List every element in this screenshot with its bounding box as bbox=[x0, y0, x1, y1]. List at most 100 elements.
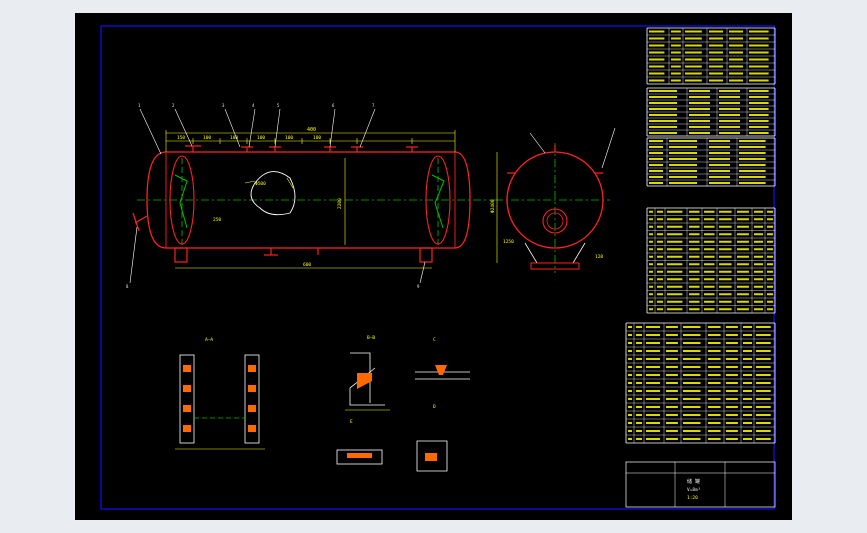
table-cell-text bbox=[754, 293, 763, 296]
table-cell-text bbox=[646, 326, 660, 328]
table-cell-text bbox=[683, 390, 701, 392]
table-cell-text bbox=[649, 126, 677, 128]
table-cell-text bbox=[767, 285, 773, 288]
table-cell-text bbox=[754, 278, 763, 281]
table-cell-text bbox=[739, 146, 766, 148]
table-cell-text bbox=[685, 58, 702, 61]
svg-text:Φ500: Φ500 bbox=[255, 181, 266, 187]
table-cell-text bbox=[666, 398, 678, 400]
table-cell-text bbox=[646, 414, 660, 416]
svg-text:2200: 2200 bbox=[337, 198, 343, 209]
table-cell-text bbox=[649, 44, 665, 47]
table-cell-text bbox=[646, 334, 660, 336]
table-cell-text bbox=[667, 293, 683, 296]
table-cell-text bbox=[685, 37, 702, 40]
table-cell-text bbox=[708, 406, 721, 408]
table-cell-text bbox=[737, 293, 749, 296]
drawing-viewport[interactable]: 400 150 100 100 100 100 100 2200 Φ500 25… bbox=[75, 13, 792, 520]
table-cell-text bbox=[737, 210, 749, 213]
table-cell-text bbox=[685, 79, 702, 82]
svg-text:E: E bbox=[350, 419, 353, 425]
table-cell-text bbox=[636, 430, 642, 432]
table-cell-text bbox=[756, 414, 771, 416]
table-cell-text bbox=[667, 233, 683, 236]
drawing-frame bbox=[100, 25, 775, 510]
table-cell-text bbox=[726, 358, 738, 360]
table-cell-text bbox=[737, 225, 749, 228]
table-cell-text bbox=[754, 300, 763, 303]
table-cell-text bbox=[704, 240, 715, 243]
table-cell-text bbox=[726, 390, 738, 392]
table-cell-text bbox=[667, 218, 683, 221]
table-cell-text bbox=[709, 152, 730, 154]
table-cell-text bbox=[685, 51, 702, 54]
table-cell-text bbox=[749, 102, 769, 104]
main-view: 400 150 100 100 100 100 100 2200 Φ500 25… bbox=[126, 103, 495, 289]
table-cell-text bbox=[719, 102, 740, 104]
table-cell-text bbox=[749, 58, 769, 61]
table-cell-text bbox=[756, 366, 771, 368]
table-cell-text bbox=[737, 218, 749, 221]
table-cell-text bbox=[649, 146, 663, 148]
table-cell-text bbox=[649, 210, 653, 213]
table-cell-text bbox=[704, 233, 715, 236]
table-cell-text bbox=[636, 414, 642, 416]
table-cell-text bbox=[649, 233, 653, 236]
table-cell-text bbox=[767, 270, 773, 273]
table-cell-text bbox=[649, 176, 663, 178]
table-cell-text bbox=[683, 358, 701, 360]
table-cell-text bbox=[649, 170, 663, 172]
table-cell-text bbox=[749, 51, 769, 54]
table-cell-text bbox=[749, 132, 769, 134]
table-cell-text bbox=[646, 430, 660, 432]
table-cell-text bbox=[669, 170, 697, 172]
table-cell-text bbox=[739, 140, 766, 142]
table-cell-text bbox=[729, 44, 743, 47]
table-cell-text bbox=[667, 270, 683, 273]
table-cell-text bbox=[689, 308, 700, 311]
table-cell-text bbox=[666, 326, 678, 328]
table-cell-text bbox=[754, 270, 763, 273]
table-cell-text bbox=[756, 390, 771, 392]
table-cell-text bbox=[729, 37, 743, 40]
table-cell-text bbox=[628, 374, 632, 376]
table-cell-text bbox=[683, 438, 701, 440]
detail-b: B—B bbox=[345, 335, 390, 411]
table-cell-text bbox=[649, 114, 677, 116]
table-cell-text bbox=[628, 438, 632, 440]
table-cell-text bbox=[708, 382, 721, 384]
table-cell-text bbox=[649, 72, 665, 75]
table-cell-text bbox=[739, 176, 766, 178]
table-cell-text bbox=[636, 390, 642, 392]
table-cell-text bbox=[649, 90, 677, 92]
svg-text:A—A: A—A bbox=[205, 337, 213, 343]
table-cell-text bbox=[685, 30, 702, 33]
table-cell-text bbox=[649, 270, 653, 273]
table-cell-text bbox=[649, 30, 665, 33]
table-cell-text bbox=[754, 240, 763, 243]
table-cell-text bbox=[754, 218, 763, 221]
table-cell-text bbox=[719, 120, 740, 122]
table-cell-text bbox=[749, 120, 769, 122]
table-cell-text bbox=[636, 350, 642, 352]
table-cell-text bbox=[689, 120, 710, 122]
table-cell-text bbox=[649, 65, 665, 68]
table-cell-text bbox=[709, 164, 730, 166]
table-cell-text bbox=[666, 342, 678, 344]
table-cell-text bbox=[743, 350, 752, 352]
table-cell-text bbox=[737, 248, 749, 251]
table-cell-text bbox=[689, 263, 700, 266]
table-cell-text bbox=[704, 270, 715, 273]
table-cell-text bbox=[649, 240, 653, 243]
svg-text:100: 100 bbox=[257, 135, 265, 141]
table-cell-text bbox=[628, 382, 632, 384]
table-cell-text bbox=[709, 182, 730, 184]
table-cell-text bbox=[739, 182, 766, 184]
table-cell-text bbox=[754, 285, 763, 288]
table-cell-text bbox=[628, 390, 632, 392]
table-cell-text bbox=[636, 398, 642, 400]
table-cell-text bbox=[666, 382, 678, 384]
table-cell-text bbox=[646, 382, 660, 384]
table-cell-text bbox=[709, 79, 723, 82]
detail-c: C D bbox=[415, 337, 470, 410]
